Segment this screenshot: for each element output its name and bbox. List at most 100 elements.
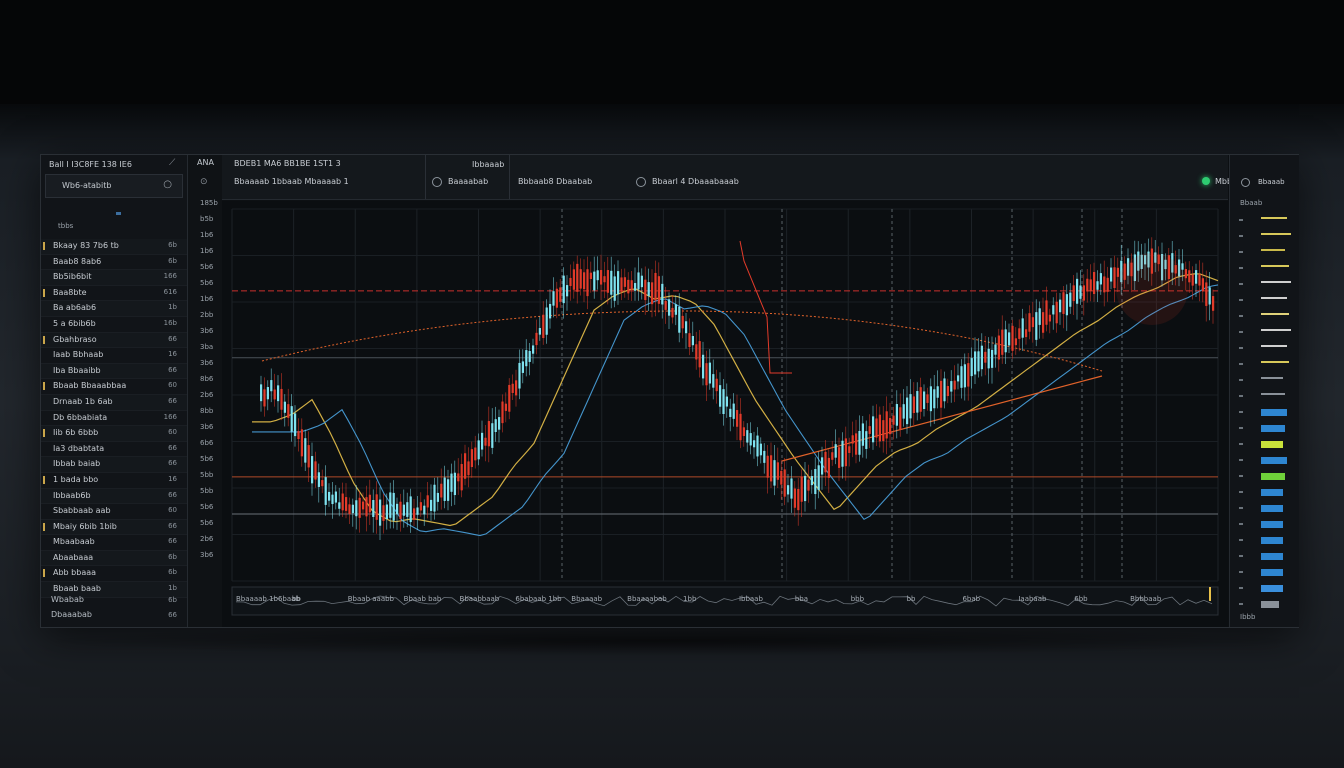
watchlist-title: Ball I I3C8FE 138 IE6: [49, 160, 132, 169]
watchlist-row[interactable]: Bkaay 83 7b6 tb 6b: [41, 239, 187, 255]
watchlist-symbol: Ibbab baiab: [53, 459, 101, 469]
watchlist-row[interactable]: Mbaiy 6bib 1bib 66: [41, 519, 187, 536]
candle-body: [991, 349, 994, 368]
candle-body: [895, 404, 898, 426]
indicator-icon[interactable]: [432, 177, 442, 187]
watchlist-row[interactable]: Drnaab 1b 6ab 66: [41, 394, 187, 411]
candle-body: [1055, 301, 1058, 324]
watchlist-row[interactable]: Iaab Bbhaab 16: [41, 348, 187, 364]
watchlist-row[interactable]: 5 a 6bib6b 16b: [41, 317, 187, 333]
price-tick-label: 3b6: [200, 359, 214, 367]
depth-tick: [1239, 475, 1243, 477]
candle-body: [926, 394, 929, 403]
price-tick-label: 3ba: [200, 343, 214, 351]
candle-body: [708, 362, 711, 384]
watchlist-row[interactable]: Abaabaaa 6b: [41, 550, 187, 567]
toolbar-badge: Ibbaaab: [472, 160, 505, 169]
candle-body: [1014, 338, 1017, 346]
candle-body: [974, 351, 977, 375]
candle-body: [450, 473, 453, 492]
candle-body: [290, 406, 293, 432]
toolbar-item[interactable]: Baaaabab: [448, 177, 488, 186]
candle-body: [426, 495, 429, 508]
watchlist-row[interactable]: Iba Bbaaibb 66: [41, 363, 187, 380]
chart-subtitle[interactable]: Bbaaaab 1bbaab Mbaaaab 1: [234, 177, 349, 186]
candle-body: [912, 396, 915, 414]
row-marker: [43, 335, 45, 344]
price-tick-label: 2b6: [200, 535, 214, 543]
watchlist-row[interactable]: Ba ab6ab6 1b: [41, 301, 187, 317]
candle-body: [749, 433, 752, 446]
watchlist-row[interactable]: Ibbaab6b 66: [41, 488, 187, 505]
watchlist-row[interactable]: Baa8bte 616: [41, 286, 187, 302]
candle-body: [535, 332, 538, 346]
order-book-footer: Ibbb: [1240, 613, 1256, 621]
watchlist-row[interactable]: Gbahbraso 66: [41, 332, 187, 349]
candle-body: [875, 418, 878, 438]
candle-body: [453, 472, 456, 496]
edit-icon[interactable]: ⟋: [169, 158, 175, 168]
candle-body: [661, 283, 664, 305]
watchlist-row[interactable]: Bb5ib6bit 166: [41, 270, 187, 286]
candle-body: [1195, 270, 1198, 284]
depth-tick: [1239, 443, 1243, 445]
depth-bar: [1261, 505, 1283, 512]
candle-body: [885, 411, 888, 439]
watchlist-row[interactable]: Bbaab Bbaaabbaa 60: [41, 379, 187, 395]
candle-body: [855, 433, 858, 455]
compare-icon[interactable]: [636, 177, 646, 187]
candle-body: [882, 420, 885, 442]
depth-bar: [1261, 489, 1283, 496]
price-tick-label: 8b6: [200, 375, 214, 383]
watchlist-row[interactable]: Db 6bbabiata 166: [41, 411, 187, 427]
candle-body: [725, 396, 728, 407]
watchlist-row[interactable]: Ia3 dbabtata 66: [41, 442, 187, 458]
watchlist-row[interactable]: 1 bada bbo 16: [41, 473, 187, 489]
toolbar-item[interactable]: Bbaarl 4 Dbaaabaaab: [652, 177, 739, 186]
watchlist-symbol: Abb bbaaa: [53, 568, 97, 578]
candle-body: [304, 438, 307, 463]
candle-body: [368, 494, 371, 513]
settings-icon[interactable]: [1241, 178, 1250, 187]
watchlist-row[interactable]: Iib 6b 6bbb 60: [41, 426, 187, 442]
watchlist-row[interactable]: Mbaabaab 66: [41, 535, 187, 551]
time-tick-label: Bbaaaab 1b6baab: [236, 595, 300, 603]
candle-body: [402, 504, 405, 516]
candle-body: [933, 389, 936, 409]
watchlist-search[interactable]: Wb6-atabitb ○: [45, 174, 183, 198]
search-icon[interactable]: ○: [163, 179, 172, 190]
watchlist-row[interactable]: Sbabbaab aab 60: [41, 504, 187, 520]
candle-body: [783, 469, 786, 497]
chart-symbol-title: BDEB1 MA6 BB1BE 1ST1 3: [234, 159, 341, 168]
price-chart[interactable]: [222, 201, 1228, 627]
watchlist-row[interactable]: Ibbab baiab 66: [41, 457, 187, 473]
candle-body: [722, 389, 725, 415]
candle-body: [1076, 278, 1079, 304]
depth-bar: [1261, 441, 1283, 448]
axis-header: ANA: [197, 158, 214, 167]
candle-body: [817, 465, 820, 490]
candle-body: [1079, 285, 1082, 299]
watchlist-value: 60: [168, 381, 177, 390]
candle-body: [331, 494, 334, 505]
target-icon[interactable]: ⊙: [200, 177, 208, 187]
candle-body: [878, 414, 881, 442]
candle-body: [1025, 329, 1028, 338]
watchlist-footer-value: 6b: [168, 596, 177, 604]
chart-toolbar: BDEB1 MA6 BB1BE 1ST1 3 Bbaaaab 1bbaab Mb…: [222, 155, 1232, 200]
highlight-glow: [1116, 253, 1188, 325]
candle-body: [1011, 325, 1014, 351]
candle-body: [338, 502, 341, 509]
candle-body: [936, 386, 939, 398]
candle-body: [324, 477, 327, 505]
candle-body: [270, 380, 273, 392]
watchlist-row[interactable]: Baab8 8ab6 6b: [41, 255, 187, 271]
candle-body: [807, 479, 810, 491]
candle-body: [481, 432, 484, 450]
toolbar-item[interactable]: Bbbaab8 Dbaabab: [518, 177, 592, 186]
candle-body: [1082, 285, 1085, 301]
candle-body: [528, 350, 531, 362]
candle-body: [283, 401, 286, 413]
watchlist-row[interactable]: Abb bbaaa 6b: [41, 566, 187, 583]
candle-body: [406, 502, 409, 517]
